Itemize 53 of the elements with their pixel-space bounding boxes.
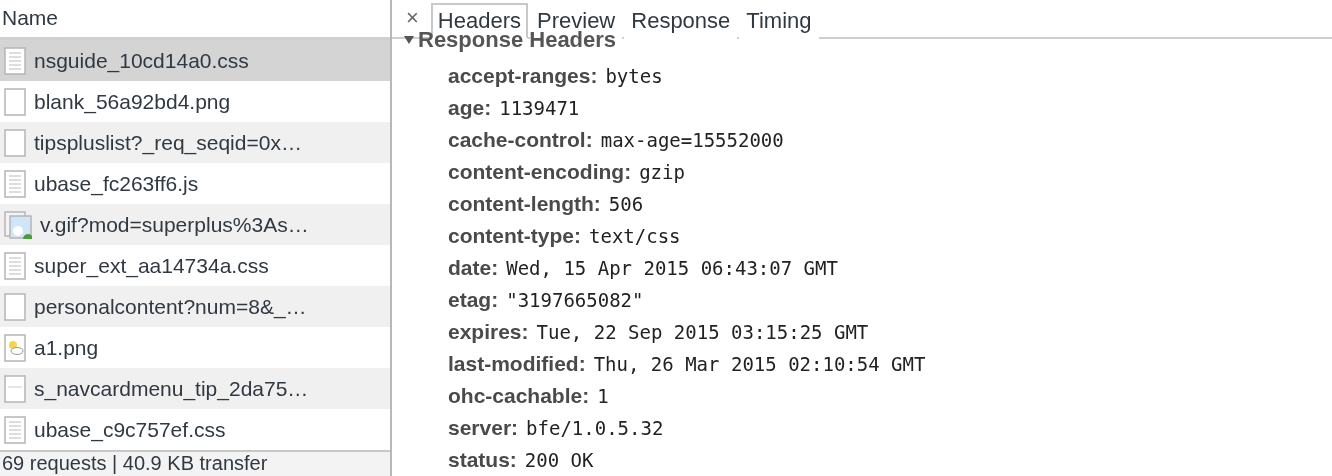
file-name: ubase_c9c757ef.css (34, 417, 226, 442)
header-name: content-encoding: (448, 160, 632, 184)
document-icon (4, 169, 26, 198)
file-name: v.gif?mod=superplus%3As… (40, 212, 309, 237)
header-name: server: (448, 416, 519, 440)
file-name: blank_56a92bd4.png (34, 89, 231, 114)
request-row[interactable]: nsguide_10cd14a0.css (0, 40, 390, 81)
request-row[interactable]: personalcontent?num=8&_… (0, 286, 390, 327)
header-value: 1139471 (499, 97, 580, 119)
header-value: "3197665082" (506, 289, 644, 311)
blank-file-icon (4, 292, 26, 321)
header-value: Tue, 22 Sep 2015 03:15:25 GMT (536, 321, 869, 343)
file-name: nsguide_10cd14a0.css (34, 48, 249, 73)
header-name: expires: (448, 320, 529, 344)
header-name: ohc-cachable: (448, 384, 590, 408)
header-name: content-length: (448, 192, 601, 216)
header-name: status: (448, 448, 517, 472)
file-name: super_ext_aa14734a.css (34, 253, 269, 278)
header-value: bytes (605, 65, 663, 87)
header-name: content-type: (448, 224, 581, 248)
file-icon (4, 374, 26, 403)
document-icon (4, 251, 26, 280)
request-row[interactable]: s_navcardmenu_tip_2da75… (0, 368, 390, 409)
file-name: tipspluslist?_req_seqid=0x… (34, 130, 302, 155)
file-name: ubase_fc263ff6.js (34, 171, 199, 196)
blank-file-icon (4, 128, 26, 157)
header-value: max-age=15552000 (600, 129, 784, 151)
header-value: 506 (608, 193, 644, 215)
header-name: date: (448, 256, 499, 280)
file-name: personalcontent?num=8&_… (34, 294, 307, 319)
header-name: last-modified: (448, 352, 586, 376)
header-value: gzip (639, 161, 685, 183)
disclosure-triangle-icon[interactable] (404, 35, 414, 45)
header-name: age: (448, 96, 492, 120)
request-row[interactable]: v.gif?mod=superplus%3As… (0, 204, 390, 245)
blank-file-icon (4, 87, 26, 116)
header-value: Wed, 15 Apr 2015 06:43:07 GMT (506, 257, 838, 279)
image-icon (4, 210, 32, 239)
header-value: 200 OK (524, 449, 594, 471)
status-bar: 69 requests | 40.9 KB transfer (0, 450, 390, 476)
document-icon (4, 415, 26, 444)
file-name: s_navcardmenu_tip_2da75… (34, 376, 309, 401)
header-value: Thu, 26 Mar 2015 02:10:54 GMT (593, 353, 926, 375)
document-icon (4, 46, 26, 75)
header-name: etag: (448, 288, 499, 312)
header-value: text/css (589, 225, 681, 247)
header-name: cache-control: (448, 128, 593, 152)
sun-cloud-icon (4, 333, 26, 362)
header-value: 1 (597, 385, 609, 407)
request-row[interactable]: tipspluslist?_req_seqid=0x… (0, 122, 390, 163)
header-value: bfe/1.0.5.32 (526, 417, 664, 439)
file-name: a1.png (34, 335, 99, 360)
header-name: accept-ranges: (448, 64, 598, 88)
